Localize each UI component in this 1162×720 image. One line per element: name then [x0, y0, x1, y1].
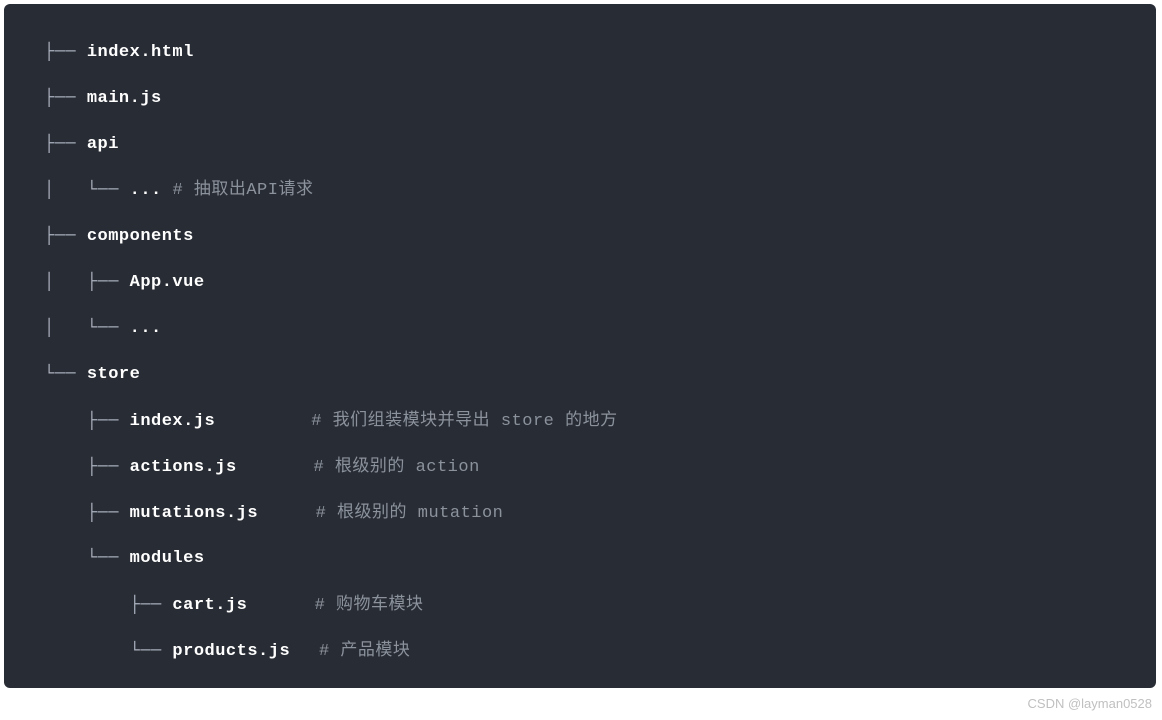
- tree-line: ├── mutations.js # 根级别的 mutation: [44, 490, 1116, 536]
- tree-comment: # 根级别的 mutation: [316, 491, 504, 537]
- tree-name: ...: [130, 306, 162, 352]
- tree-line: └── products.js # 产品模块: [44, 628, 1116, 674]
- tree-comment: # 我们组装模块并导出 store 的地方: [311, 399, 617, 445]
- tree-line: ├── actions.js # 根级别的 action: [44, 444, 1116, 490]
- tree-line: └── store: [44, 352, 1116, 398]
- tree-prefix: │ └──: [44, 168, 130, 214]
- tree-spacer: [247, 582, 314, 628]
- tree-name: App.vue: [130, 260, 205, 306]
- tree-spacer: [215, 398, 311, 444]
- tree-prefix: ├──: [44, 76, 87, 122]
- tree-prefix: ├──: [44, 445, 130, 491]
- tree-line: │ ├── App.vue: [44, 260, 1116, 306]
- tree-prefix: └──: [44, 352, 87, 398]
- tree-prefix: ├──: [44, 491, 130, 537]
- tree-name: ...: [130, 168, 173, 214]
- tree-prefix: ├──: [44, 30, 87, 76]
- tree-comment: # 产品模块: [319, 629, 410, 675]
- tree-name: mutations.js: [130, 491, 258, 537]
- code-block: ├── index.html ├── main.js ├── api │ └──…: [4, 4, 1156, 688]
- tree-line: ├── components: [44, 214, 1116, 260]
- tree-spacer: [237, 444, 314, 490]
- tree-name: products.js: [172, 629, 290, 675]
- tree-name: components: [87, 214, 194, 260]
- tree-name: actions.js: [130, 445, 237, 491]
- tree-line: ├── cart.js # 购物车模块: [44, 582, 1116, 628]
- tree-name: cart.js: [172, 583, 247, 629]
- tree-prefix: └──: [44, 629, 172, 675]
- tree-line: ├── index.html: [44, 30, 1116, 76]
- tree-line: │ └── ... # 抽取出API请求: [44, 168, 1116, 214]
- tree-prefix: ├──: [44, 214, 87, 260]
- tree-prefix: └──: [44, 536, 130, 582]
- tree-comment: # 抽取出API请求: [172, 168, 313, 214]
- tree-line: └── modules: [44, 536, 1116, 582]
- tree-spacer: [258, 490, 316, 536]
- watermark: CSDN @layman0528: [1028, 696, 1152, 711]
- tree-spacer: [290, 628, 319, 674]
- tree-prefix: ├──: [44, 583, 172, 629]
- tree-comment: # 购物车模块: [315, 583, 424, 629]
- tree-name: index.js: [130, 399, 216, 445]
- tree-prefix: │ ├──: [44, 260, 130, 306]
- tree-line: ├── index.js # 我们组装模块并导出 store 的地方: [44, 398, 1116, 444]
- tree-prefix: ├──: [44, 399, 130, 445]
- tree-name: index.html: [87, 30, 194, 76]
- tree-name: store: [87, 352, 141, 398]
- tree-line: ├── main.js: [44, 76, 1116, 122]
- tree-name: api: [87, 122, 119, 168]
- tree-comment: # 根级别的 action: [313, 445, 479, 491]
- tree-line: ├── api: [44, 122, 1116, 168]
- tree-prefix: │ └──: [44, 306, 130, 352]
- tree-name: modules: [130, 536, 205, 582]
- tree-name: main.js: [87, 76, 162, 122]
- tree-prefix: ├──: [44, 122, 87, 168]
- tree-line: │ └── ...: [44, 306, 1116, 352]
